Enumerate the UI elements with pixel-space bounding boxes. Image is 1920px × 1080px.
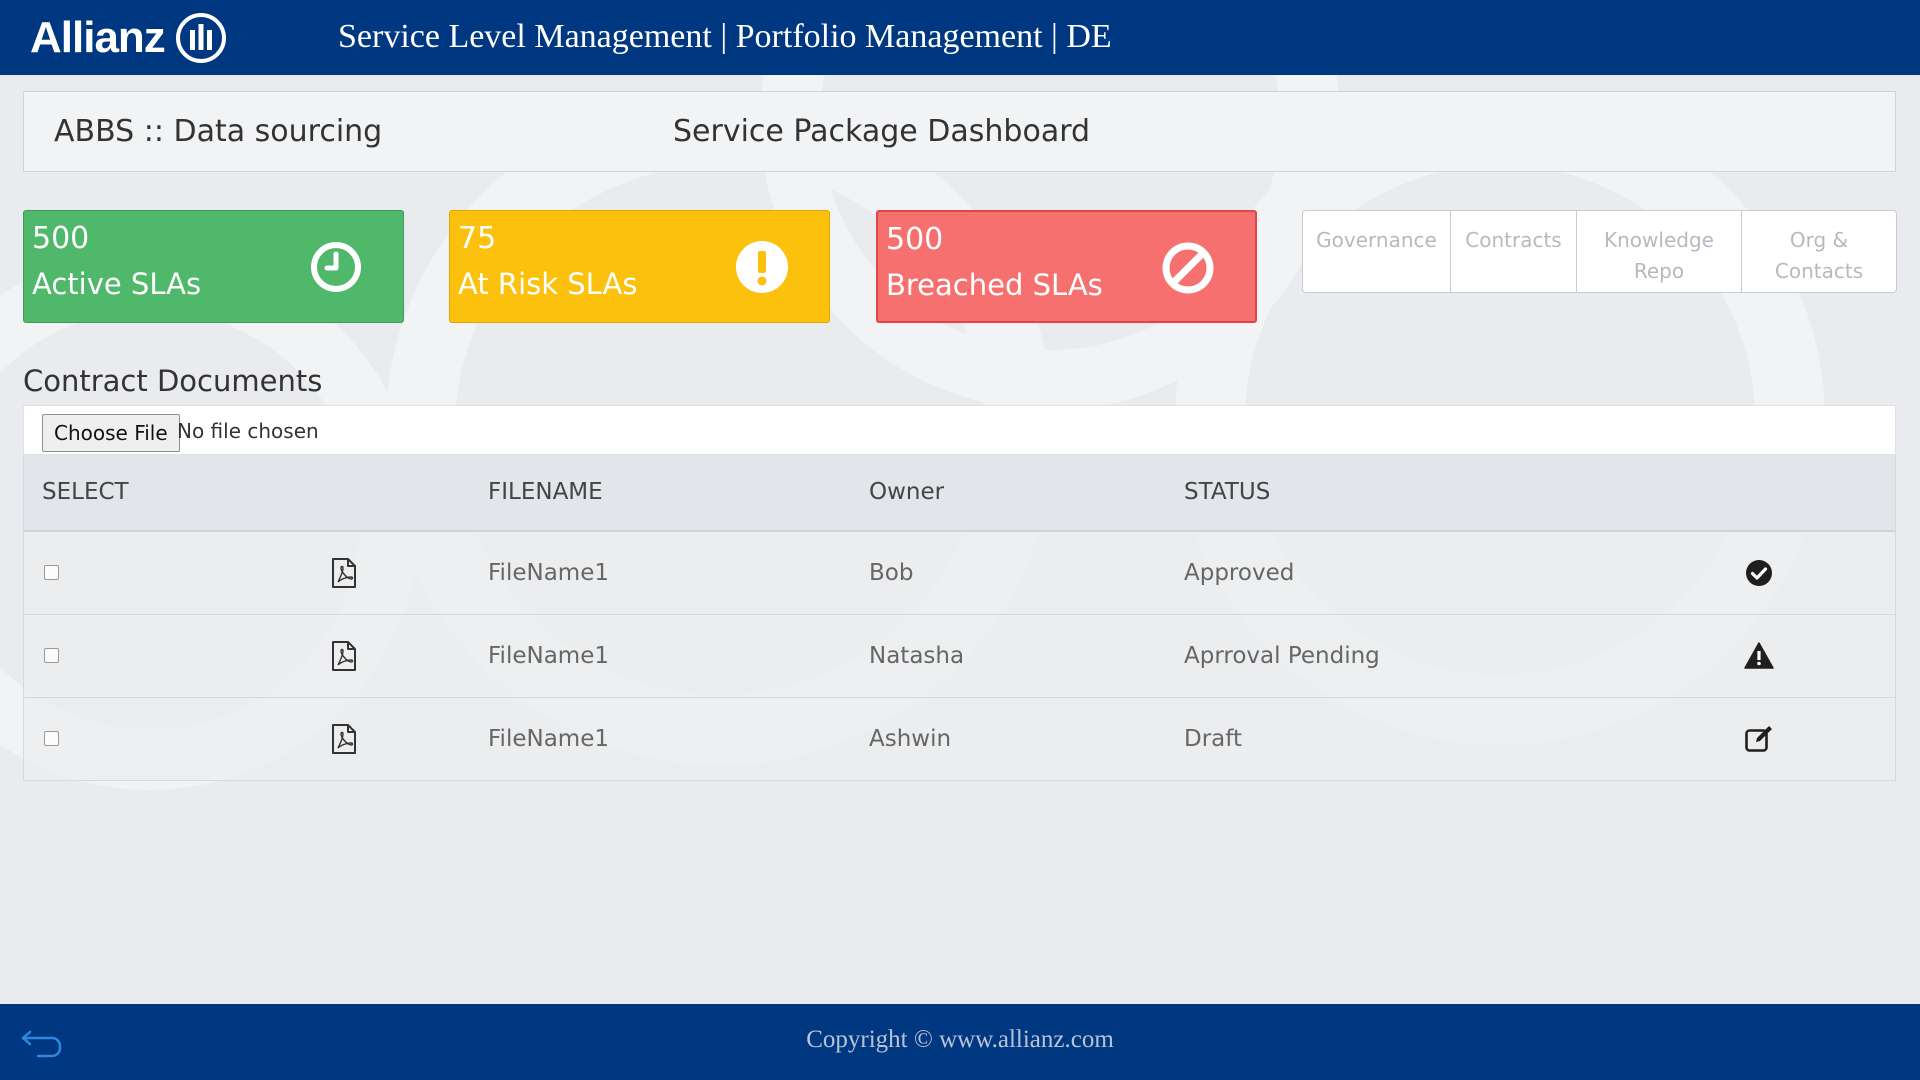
- row-checkbox[interactable]: [44, 565, 59, 580]
- kpi-label: Breached SLAs: [886, 268, 1103, 302]
- check-circle-icon: [1746, 560, 1772, 586]
- kpi-breached-slas[interactable]: 500 Breached SLAs: [876, 210, 1257, 323]
- cell-owner: Bob: [869, 560, 914, 586]
- pdf-file-icon[interactable]: [329, 557, 359, 589]
- edit-icon[interactable]: [1744, 724, 1774, 754]
- pdf-file-icon[interactable]: [329, 723, 359, 755]
- choose-file-button[interactable]: Choose File: [42, 414, 180, 452]
- cell-filename: FileName1: [488, 560, 609, 586]
- quicklink-governance[interactable]: Governance: [1303, 211, 1451, 292]
- documents-table: SELECT FILENAME Owner STATUS FileName1 B…: [23, 455, 1896, 781]
- app-footer: Copyright © www.allianz.com: [0, 1004, 1920, 1080]
- column-header-status: STATUS: [1184, 479, 1271, 505]
- breadcrumb: ABBS :: Data sourcing: [54, 114, 383, 149]
- quicklinks-nav: Governance Contracts Knowledge Repo Org …: [1302, 210, 1897, 293]
- allianz-logo[interactable]: Allianz: [30, 10, 227, 65]
- quicklink-org-contacts[interactable]: Org & Contacts: [1742, 211, 1896, 292]
- cell-filename: FileName1: [488, 726, 609, 752]
- pdf-file-icon[interactable]: [329, 640, 359, 672]
- kpi-at-risk-slas[interactable]: 75 At Risk SLAs: [449, 210, 830, 323]
- kpi-value: 75: [458, 221, 497, 256]
- column-header-owner: Owner: [869, 479, 945, 505]
- section-title: Contract Documents: [23, 364, 323, 398]
- kpi-label: At Risk SLAs: [458, 267, 638, 301]
- table-row[interactable]: FileName1 Ashwin Draft: [24, 698, 1895, 780]
- clock-icon: [311, 242, 361, 292]
- warning-icon: [1744, 642, 1774, 669]
- column-header-select: SELECT: [42, 479, 129, 505]
- logo-text: Allianz: [30, 12, 166, 62]
- file-upload: Choose File No file chosen: [23, 405, 1896, 455]
- quicklink-knowledge-repo[interactable]: Knowledge Repo: [1577, 211, 1742, 292]
- app-title: Service Level Management | Portfolio Man…: [338, 18, 1112, 55]
- file-status-text: No file chosen: [177, 419, 319, 443]
- row-checkbox[interactable]: [44, 731, 59, 746]
- app-header: Allianz Service Level Management | Portf…: [0, 0, 1920, 75]
- exclamation-icon: [736, 241, 788, 293]
- page-title: Service Package Dashboard: [673, 114, 1091, 149]
- table-row[interactable]: FileName1 Natasha Aprroval Pending: [24, 615, 1895, 698]
- quicklink-contracts[interactable]: Contracts: [1451, 211, 1577, 292]
- kpi-value: 500: [886, 222, 944, 257]
- cell-status: Approved: [1184, 560, 1295, 586]
- cell-status: Aprroval Pending: [1184, 643, 1380, 669]
- kpi-label: Active SLAs: [32, 267, 202, 301]
- cell-status: Draft: [1184, 726, 1242, 752]
- column-header-filename: FILENAME: [488, 479, 603, 505]
- table-row[interactable]: FileName1 Bob Approved: [24, 532, 1895, 615]
- allianz-eagle-icon: [175, 12, 226, 63]
- row-checkbox[interactable]: [44, 648, 59, 663]
- kpi-active-slas[interactable]: 500 Active SLAs: [23, 210, 404, 323]
- breadcrumb-bar: ABBS :: Data sourcing Service Package Da…: [23, 91, 1896, 172]
- kpi-value: 500: [32, 221, 90, 256]
- cell-filename: FileName1: [488, 643, 609, 669]
- copyright-text: Copyright © www.allianz.com: [806, 1026, 1114, 1053]
- table-header: SELECT FILENAME Owner STATUS: [24, 455, 1895, 532]
- cell-owner: Ashwin: [869, 726, 952, 752]
- ban-icon: [1162, 242, 1214, 294]
- cell-owner: Natasha: [869, 643, 965, 669]
